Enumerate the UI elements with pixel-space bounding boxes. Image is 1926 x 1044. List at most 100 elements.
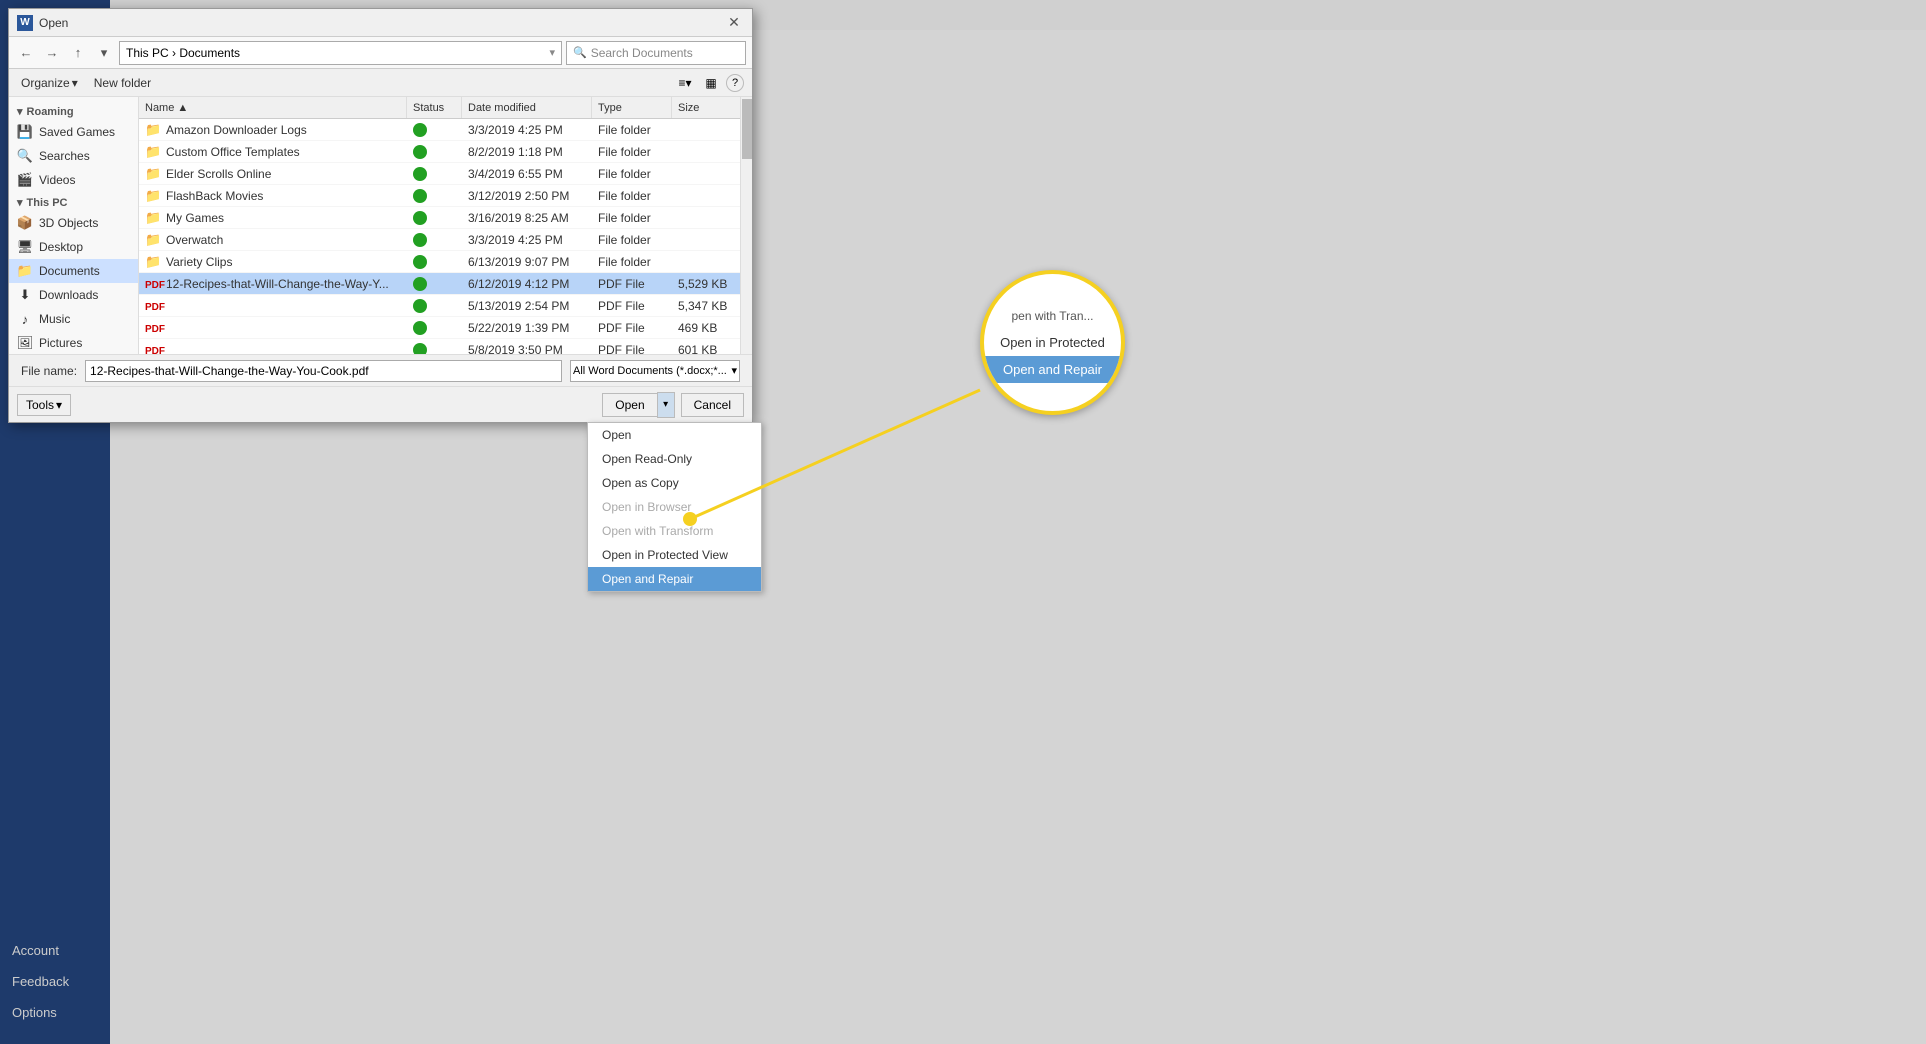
col-name-header[interactable]: Name ▲ (139, 97, 407, 118)
file-type-cell: PDF File (592, 295, 672, 316)
file-row[interactable]: 📁My Games3/16/2019 8:25 AMFile folder (139, 207, 752, 229)
folder-icon: 📁 (145, 210, 161, 226)
music-icon: ♪ (17, 311, 33, 327)
dropdown-item[interactable]: Open as Copy (588, 471, 761, 495)
3dobjects-icon: 📦 (17, 215, 33, 231)
dialog-close-button[interactable]: ✕ (724, 13, 744, 33)
videos-icon: 🎬 (17, 172, 33, 188)
tools-arrow: ▾ (56, 398, 62, 412)
col-type-header[interactable]: Type (592, 97, 672, 118)
file-row[interactable]: 📁Overwatch3/3/2019 4:25 PMFile folder (139, 229, 752, 251)
search-box[interactable]: 🔍 Search Documents (566, 41, 746, 65)
file-row[interactable]: PDF5/22/2019 1:39 PMPDF File469 KB (139, 317, 752, 339)
file-name-cell: 📁 My Games (139, 207, 407, 228)
saved-games-item[interactable]: 💾 Saved Games (9, 120, 138, 144)
file-name-cell: 📁FlashBack Movies (139, 185, 407, 206)
file-row[interactable]: 📁FlashBack Movies3/12/2019 2:50 PMFile f… (139, 185, 752, 207)
downloads-item[interactable]: ⬇ Downloads (9, 283, 138, 307)
tools-button[interactable]: Tools ▾ (17, 394, 71, 416)
status-icon (413, 343, 427, 355)
col-status-header[interactable]: Status (407, 97, 462, 118)
file-name-text: Amazon Downloader Logs (166, 123, 307, 137)
pdf-icon: PDF (145, 342, 161, 355)
view-dropdown-button[interactable]: ≡▾ (674, 72, 696, 94)
dropdown-item[interactable]: Open and Repair (588, 567, 761, 591)
file-type-cell: File folder (592, 119, 672, 140)
col-date-header[interactable]: Date modified (462, 97, 592, 118)
roaming-arrow: ▾ (17, 105, 23, 118)
address-path[interactable]: This PC › Documents ▾ (119, 41, 562, 65)
videos-item[interactable]: 🎬 Videos (9, 168, 138, 192)
word-sidebar-bottom: Account Feedback Options (0, 939, 110, 1044)
options-item[interactable]: Options (12, 1001, 57, 1024)
pdf-icon: PDF (145, 320, 161, 336)
file-name-text: Variety Clips (166, 255, 232, 269)
file-status-cell (407, 229, 462, 250)
up-button[interactable]: ↑ (67, 42, 89, 64)
file-type-cell: File folder (592, 163, 672, 184)
roaming-header[interactable]: ▾ Roaming (9, 101, 138, 120)
col-name-sort-arrow: ▲ (177, 102, 188, 114)
file-row[interactable]: PDF5/8/2019 3:50 PMPDF File601 KB (139, 339, 752, 354)
filename-input[interactable] (85, 360, 562, 382)
cancel-button[interactable]: Cancel (681, 393, 744, 417)
file-name-text: Overwatch (166, 233, 223, 247)
scrollbar-thumb[interactable] (742, 99, 752, 159)
desktop-item[interactable]: 🖥 Desktop (9, 235, 138, 259)
feedback-item[interactable]: Feedback (12, 970, 69, 993)
status-icon (413, 189, 427, 203)
file-status-cell (407, 207, 462, 228)
dialog-title-left: W Open (17, 15, 68, 31)
file-list-header: Name ▲ Status Date modified Type Size (139, 97, 752, 119)
help-button[interactable]: ? (726, 74, 744, 92)
file-row[interactable]: PDF5/13/2019 2:54 PMPDF File5,347 KB (139, 295, 752, 317)
downloads-icon: ⬇ (17, 287, 33, 303)
forward-button[interactable]: → (41, 42, 63, 64)
back-button[interactable]: ← (15, 42, 37, 64)
searches-label: Searches (39, 149, 90, 163)
word-icon: W (17, 15, 33, 31)
file-date-cell: 3/3/2019 4:25 PM (462, 119, 592, 140)
layout-button[interactable]: ▦ (700, 72, 722, 94)
file-row[interactable]: 📁Custom Office Templates8/2/2019 1:18 PM… (139, 141, 752, 163)
3dobjects-item[interactable]: 📦 3D Objects (9, 211, 138, 235)
thispc-arrow: ▾ (17, 196, 23, 209)
address-path-text: This PC › Documents (126, 46, 240, 60)
zoom-circle-annotation: pen with Tran... Open in Protected Open … (980, 270, 1125, 415)
dropdown-item[interactable]: Open Read-Only (588, 447, 761, 471)
file-date-cell: 5/22/2019 1:39 PM (462, 317, 592, 338)
dropdown-item[interactable]: Open (588, 423, 761, 447)
searches-item[interactable]: 🔍 Searches (9, 144, 138, 168)
dropdown-item: Open in Browser (588, 495, 761, 519)
organize-arrow: ▾ (72, 76, 78, 90)
file-row[interactable]: 📁Variety Clips6/13/2019 9:07 PMFile fold… (139, 251, 752, 273)
file-status-cell (407, 317, 462, 338)
path-dropdown-arrow: ▾ (549, 46, 555, 59)
file-type-cell: File folder (592, 185, 672, 206)
new-folder-button[interactable]: New folder (90, 74, 155, 92)
documents-item[interactable]: 📁 Documents (9, 259, 138, 283)
account-item[interactable]: Account (12, 939, 59, 962)
scrollbar-track[interactable] (740, 97, 752, 354)
file-type-cell: File folder (592, 251, 672, 272)
dropdown-item: Open with Transform (588, 519, 761, 543)
dialog-file-area: Name ▲ Status Date modified Type Size (139, 97, 752, 354)
file-row[interactable]: 📁Amazon Downloader Logs3/3/2019 4:25 PMF… (139, 119, 752, 141)
file-row[interactable]: PDF12-Recipes-that-Will-Change-the-Way-Y… (139, 273, 752, 295)
thispc-header[interactable]: ▾ This PC (9, 192, 138, 211)
music-item[interactable]: ♪ Music (9, 307, 138, 331)
file-name-text: My Games (166, 211, 224, 225)
file-row[interactable]: 📁Elder Scrolls Online3/4/2019 6:55 PMFil… (139, 163, 752, 185)
file-date-cell: 6/12/2019 4:12 PM (462, 273, 592, 294)
status-icon (413, 167, 427, 181)
filetype-select[interactable]: All Word Documents (*.docx;*... ▾ (570, 360, 740, 382)
col-name-label: Name (145, 102, 174, 114)
file-name-text: FlashBack Movies (166, 189, 263, 203)
recent-button[interactable]: ▾ (93, 42, 115, 64)
pictures-item[interactable]: 🖼 Pictures (9, 331, 138, 354)
organize-button[interactable]: Organize ▾ (17, 74, 82, 92)
dropdown-item[interactable]: Open in Protected View (588, 543, 761, 567)
search-icon: 🔍 (573, 46, 587, 59)
open-dropdown-arrow[interactable]: ▾ (657, 392, 675, 418)
open-button[interactable]: Open (602, 393, 656, 417)
